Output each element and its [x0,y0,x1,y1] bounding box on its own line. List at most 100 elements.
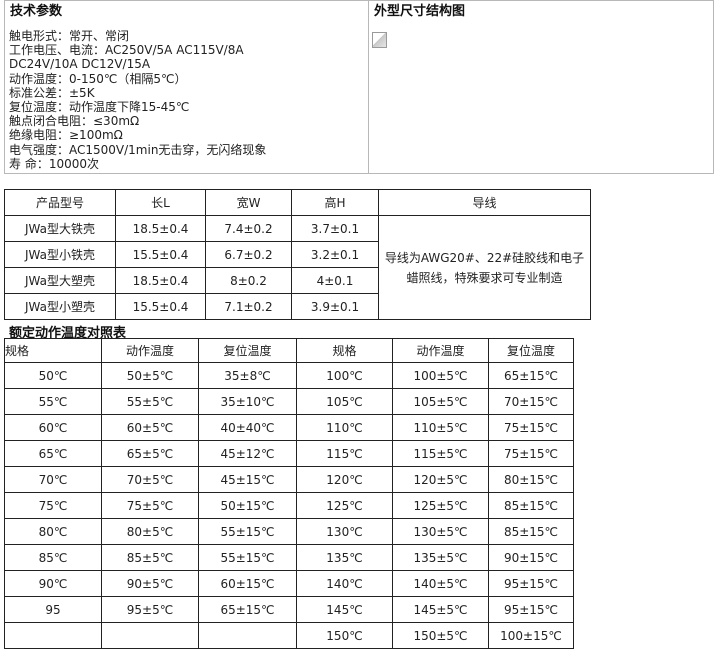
table-cell: 50±5℃ [101,362,199,389]
tech-params-title: 技术参数 [10,4,63,19]
tech-params-cell: 技术参数 触电形式：常开、常闭 工作电压、电流：AC250V/5A AC115V… [4,0,369,174]
table-cell: 85℃ [4,544,102,571]
table-cell: 75±15℃ [488,414,574,441]
table-header-row: 规格 动作温度 复位温度 规格 动作温度 复位温度 [4,338,574,363]
table-cell: 150℃ [296,622,393,649]
table-cell: 18.5±0.4 [115,267,206,294]
spec-line: 绝缘电阻：≥100mΩ [9,128,123,143]
table-cell: 95±15℃ [488,596,574,623]
table-cell: 140±5℃ [392,570,489,597]
table-cell [101,622,199,649]
table-cell: 60±15℃ [198,570,297,597]
table-cell: 65℃ [4,440,102,467]
table-cell: 55℃ [4,388,102,415]
table-cell: 45±12℃ [198,440,297,467]
table-cell: 90℃ [4,570,102,597]
table-cell: 110℃ [296,414,393,441]
table-cell: 60±5℃ [101,414,199,441]
spec-line: DC24V/10A DC12V/15A [9,57,151,72]
table-cell: 55±5℃ [101,388,199,415]
table-row: 65℃ 65±5℃ 45±12℃ 115℃ 115±5℃ 75±15℃ [4,440,574,467]
spec-line: 触电形式：常开、常闭 [9,29,130,43]
table-cell: JWa型大铁壳 [4,215,116,242]
table-cell: 80℃ [4,518,102,545]
table-cell: 85±15℃ [488,518,574,545]
column-header: 导线 [378,189,591,216]
table-cell: 55±15℃ [198,518,297,545]
table-cell: 105±5℃ [392,388,489,415]
broken-image-icon [372,32,387,48]
table-row: 55℃ 55±5℃ 35±10℃ 105℃ 105±5℃ 70±15℃ [4,388,574,415]
column-header: 复位温度 [488,338,574,363]
table-cell: 90±5℃ [101,570,199,597]
table-cell: 95±5℃ [101,596,199,623]
table-cell: 60℃ [4,414,102,441]
column-header: 规格 [4,338,102,363]
table-cell: 130±5℃ [392,518,489,545]
spec-line: 电气强度：AC1500V/1min无击穿，无闪络现象 [9,142,267,157]
table-row: 70℃ 70±5℃ 45±15℃ 120℃ 120±5℃ 80±15℃ [4,466,574,493]
table-row: 75℃ 75±5℃ 50±15℃ 125℃ 125±5℃ 85±15℃ [4,492,574,519]
table-cell: 15.5±0.4 [115,241,206,268]
column-header: 高H [291,189,379,216]
column-header: 规格 [296,338,393,363]
table-cell: 7.1±0.2 [205,293,292,320]
table-cell: 65±5℃ [101,440,199,467]
table-row: 95 95±5℃ 65±15℃ 145℃ 145±5℃ 95±15℃ [4,596,574,623]
spec-layout-table: 技术参数 触电形式：常开、常闭 工作电压、电流：AC250V/5A AC115V… [4,0,714,174]
table-cell: 135℃ [296,544,393,571]
table-cell: 70±15℃ [488,388,574,415]
column-header: 动作温度 [392,338,489,363]
table-cell: 100℃ [296,362,393,389]
table-cell: 100±15℃ [488,622,574,649]
table-cell: 125℃ [296,492,393,519]
table-row: 90℃ 90±5℃ 60±15℃ 140℃ 140±5℃ 95±15℃ [4,570,574,597]
table-cell: 100±5℃ [392,362,489,389]
table-cell: 85±5℃ [101,544,199,571]
table-row: 50℃ 50±5℃ 35±8℃ 100℃ 100±5℃ 65±15℃ [4,362,574,389]
table-row: 150℃ 150±5℃ 100±15℃ [4,622,574,649]
table-cell: 45±15℃ [198,466,297,493]
table-cell: 75±15℃ [488,440,574,467]
table-cell: JWa型大塑壳 [4,267,116,294]
table-cell: 4±0.1 [291,267,379,294]
spec-line: 复位温度：动作温度下降15-45℃ [9,100,190,115]
table-cell: 85±15℃ [488,492,574,519]
table-cell: 50℃ [4,362,102,389]
table-cell: JWa型小塑壳 [4,293,116,320]
table-cell: 75℃ [4,492,102,519]
table-cell: 65±15℃ [198,596,297,623]
table-cell: 80±15℃ [488,466,574,493]
table-cell: 3.2±0.1 [291,241,379,268]
table-cell: 80±5℃ [101,518,199,545]
spec-line: 动作温度：0-150℃（相隔5℃） [9,71,187,86]
table-cell: 70℃ [4,466,102,493]
table-cell: 115±5℃ [392,440,489,467]
table-cell: 15.5±0.4 [115,293,206,320]
spec-line: 工作电压、电流：AC250V/5A AC115V/8A [9,43,244,58]
table-cell: 55±15℃ [198,544,297,571]
column-header: 宽W [205,189,292,216]
dimensions-table: 产品型号 长L 宽W 高H 导线 JWa型大铁壳 18.5±0.4 7.4±0.… [4,189,591,320]
column-header: 长L [115,189,206,216]
column-header: 复位温度 [198,338,297,363]
table-cell: 35±8℃ [198,362,297,389]
table-cell: 40±40℃ [198,414,297,441]
table-cell: 3.9±0.1 [291,293,379,320]
outline-drawing-cell: 外型尺寸结构图 [368,0,714,174]
wire-note: 导线为AWG20#、22#硅胶线和电子蜡照线，特殊要求可专业制造 [378,215,591,320]
table-row: 60℃ 60±5℃ 40±40℃ 110℃ 110±5℃ 75±15℃ [4,414,574,441]
table-cell: 120±5℃ [392,466,489,493]
table-cell [4,622,102,649]
table-cell: 18.5±0.4 [115,215,206,242]
table-cell: 140℃ [296,570,393,597]
table-cell: 95 [4,596,102,623]
table-cell: 35±10℃ [198,388,297,415]
table-cell: 70±5℃ [101,466,199,493]
table-cell: 115℃ [296,440,393,467]
table-cell: 110±5℃ [392,414,489,441]
table-row: 85℃ 85±5℃ 55±15℃ 135℃ 135±5℃ 90±15℃ [4,544,574,571]
outline-title: 外型尺寸结构图 [374,4,466,19]
table-cell: JWa型小铁壳 [4,241,116,268]
table-cell: 145±5℃ [392,596,489,623]
